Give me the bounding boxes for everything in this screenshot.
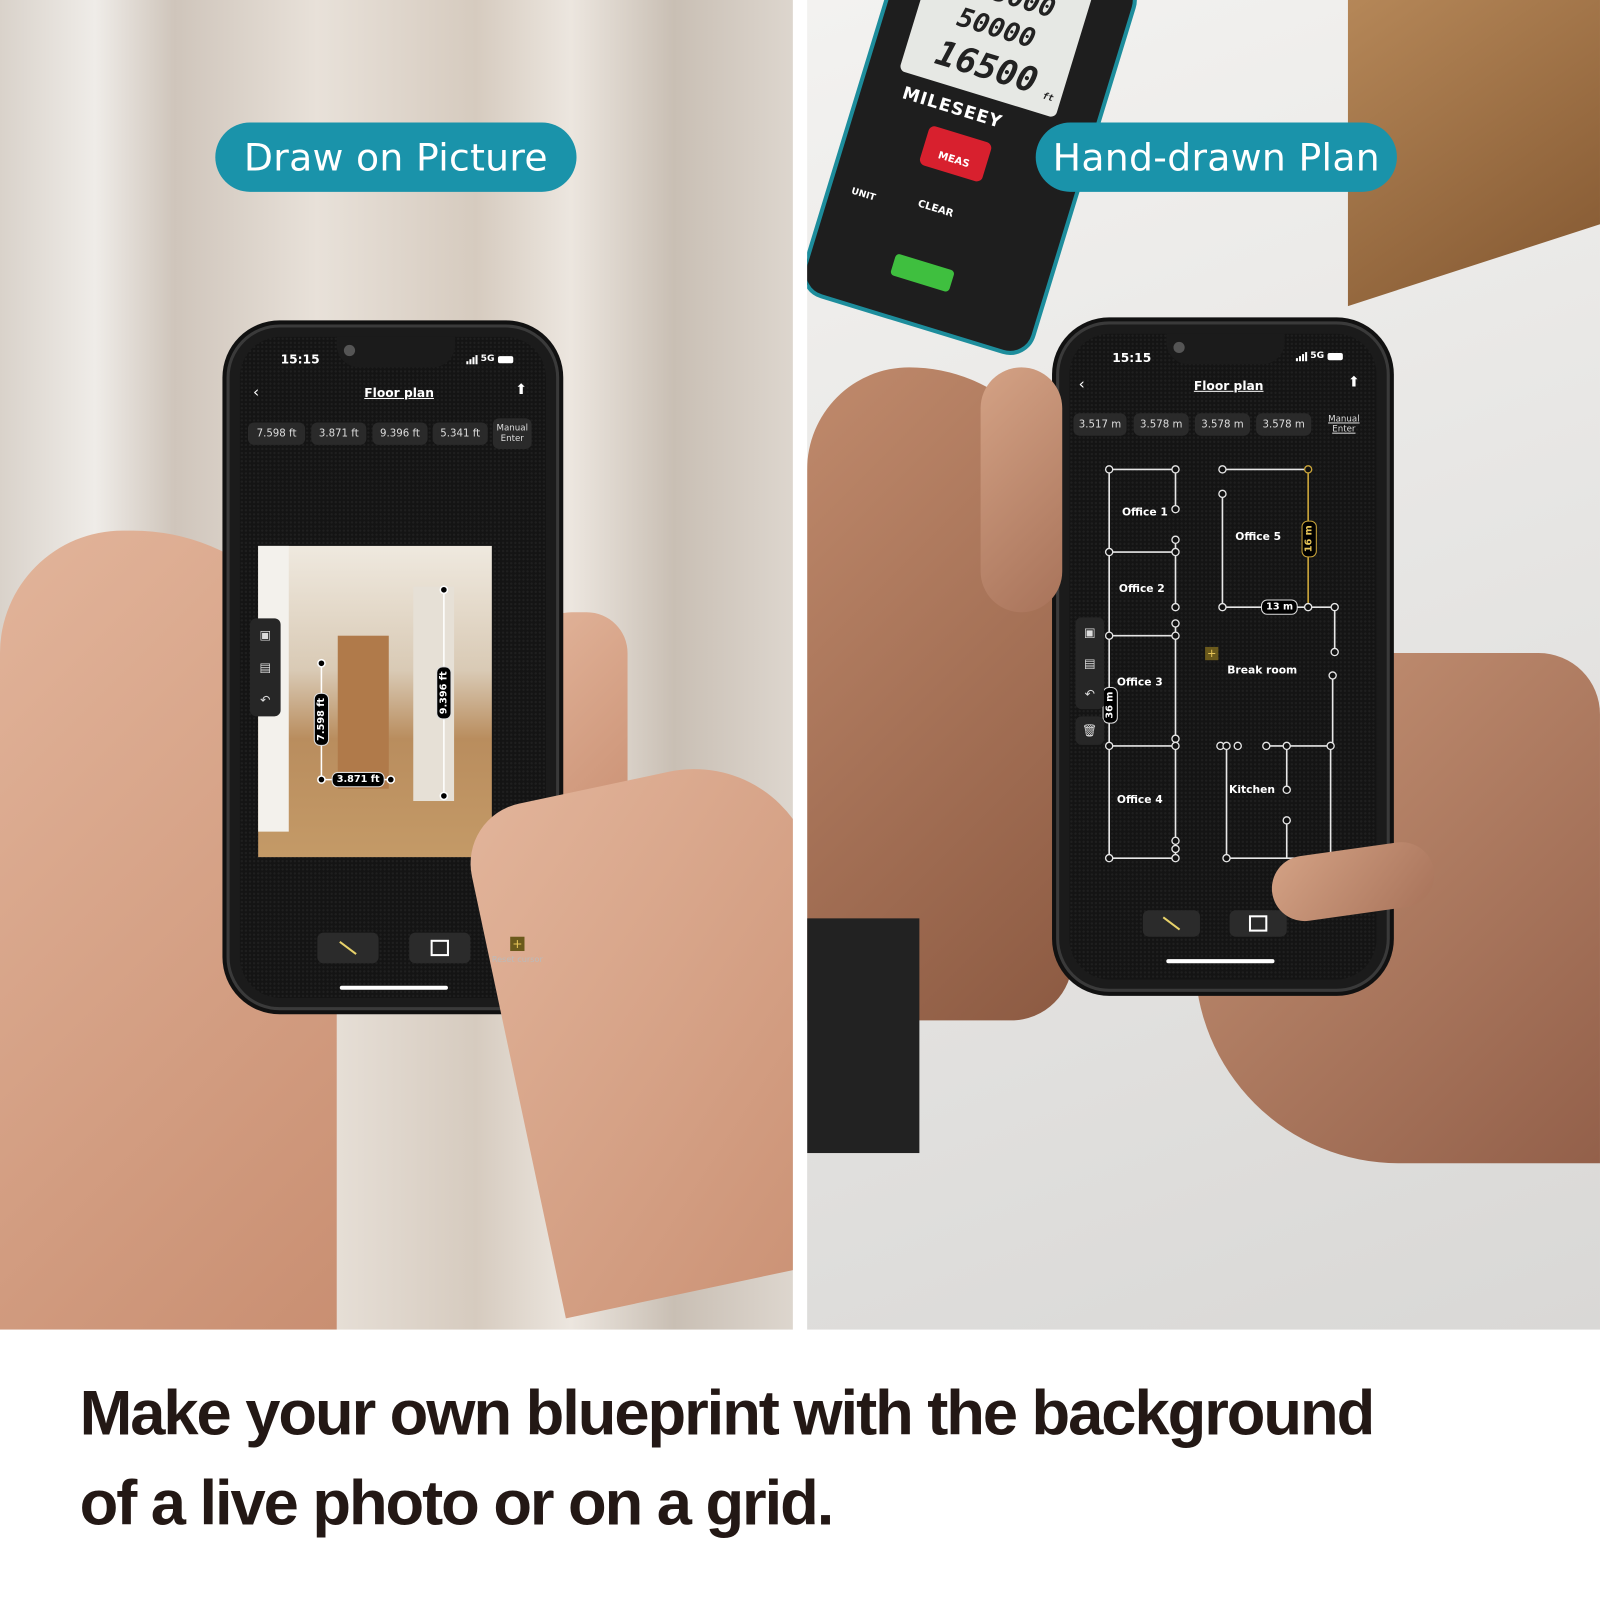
caption-line-2: of a live photo or on a grid. [79,1468,835,1539]
vertex-handle[interactable] [1330,602,1339,612]
line-tool-icon [1162,916,1181,931]
room-label[interactable]: Office 3 [1117,677,1163,689]
vertex-handle[interactable] [1171,504,1180,514]
hand-drawn-plan-badge: Hand-drawn Plan [1035,122,1397,192]
text-tool-icon[interactable]: ▣ [260,628,272,642]
text-visibility-icon[interactable]: ▤ [260,660,272,674]
vertex-handle[interactable] [1171,465,1180,474]
vertex-handle[interactable] [1218,489,1227,499]
bubble-level [889,253,955,293]
vertex-handle[interactable] [1222,853,1231,863]
vertex-handle[interactable] [1104,741,1114,751]
room-label[interactable]: Office 2 [1119,583,1165,595]
room-label[interactable]: Office 5 [1235,531,1281,543]
vertex-handle[interactable] [1218,602,1227,612]
vertex-handle[interactable] [1262,741,1271,751]
clear-button: CLEAR [916,198,955,220]
handle [317,775,326,784]
room-label[interactable]: Break room [1227,664,1297,676]
vertex-handle[interactable] [1171,853,1180,863]
vertex-handle[interactable] [1303,602,1313,612]
right-panel: 15000 50000 16500 ft MILESEEY MEAS CLEAR… [807,0,1600,1330]
vertex-handle[interactable] [1222,741,1231,751]
trash-icon: 🗑 [1082,723,1098,738]
reset-cursor-button[interactable]: + Reset cursor [487,936,546,965]
trash-button[interactable]: 🗑 [1075,716,1105,745]
measure-label[interactable]: 9.396 ft [436,666,452,720]
crosshair-icon: + [510,936,525,952]
unit-button: UNIT [849,186,877,204]
room-label[interactable]: Office 4 [1117,794,1163,806]
home-indicator [339,985,448,990]
dimension-label[interactable]: 16 m [1301,520,1317,558]
vertex-handle[interactable] [1218,465,1227,474]
dimension-label[interactable]: 13 m [1260,599,1299,615]
draw-on-picture-badge: Draw on Picture [215,122,577,192]
handle [439,585,449,595]
vertex-handle[interactable] [1282,785,1291,795]
vertex-handle[interactable] [1171,631,1180,640]
dimension-label[interactable]: 36 m [1102,686,1118,724]
room-label[interactable]: Kitchen [1229,784,1275,796]
side-toolbar: ▣ ▤ ↶ [1075,617,1105,710]
caption-line-1: Make your own blueprint with the backgro… [79,1378,1376,1449]
left-panel: Draw on Picture 15:15 5G ‹ Floor plan ⬆ … [0,0,793,1330]
vertex-handle[interactable] [1171,602,1180,612]
text-tool-icon[interactable]: ▣ [1084,626,1096,640]
vertex-handle[interactable] [1104,631,1114,640]
pointing-hand [459,746,793,1319]
rectangle-tool-icon [430,939,449,957]
vertex-handle[interactable] [1171,836,1180,846]
crosshair-icon[interactable]: + [1205,646,1219,661]
line-tool-button[interactable] [317,932,379,964]
vertex-handle[interactable] [1282,816,1291,825]
vertex-handle[interactable] [1171,619,1180,628]
sleeve [807,918,920,1154]
measure-label[interactable]: 7.598 ft [313,692,330,746]
vertex-handle[interactable] [1282,741,1291,751]
vertex-handle[interactable] [1171,734,1180,744]
vertex-handle[interactable] [1233,741,1242,751]
vertex-handle[interactable] [1171,741,1180,751]
vertex-handle[interactable] [1171,547,1180,557]
text-visibility-icon[interactable]: ▤ [1084,656,1096,670]
handle [317,658,326,668]
vertex-handle[interactable] [1326,741,1335,751]
rectangle-tool-button[interactable] [409,932,471,964]
home-indicator [1166,959,1275,964]
vertex-handle[interactable] [1104,547,1114,557]
vertex-handle[interactable] [1330,647,1339,657]
handle [439,791,449,801]
measure-label[interactable]: 3.871 ft [331,771,385,788]
rectangle-tool-icon [1248,915,1268,932]
meas-button: MEAS [918,124,993,183]
rectangle-tool-button[interactable] [1229,910,1287,937]
vertex-handle[interactable] [1171,535,1180,545]
undo-icon[interactable]: ↶ [260,693,270,707]
unit-label: ft [1041,91,1055,105]
vertex-handle[interactable] [1104,853,1114,863]
handle [386,775,396,784]
line-tool-icon [339,941,357,955]
undo-icon[interactable]: ↶ [1085,687,1095,701]
vertex-handle[interactable] [1303,465,1313,474]
stage: Draw on Picture 15:15 5G ‹ Floor plan ⬆ … [0,0,1600,1600]
room-label[interactable]: Office 1 [1122,506,1168,518]
left-thumb [980,367,1063,613]
line-tool-button[interactable] [1142,910,1200,937]
vertex-handle[interactable] [1104,465,1114,474]
vertex-handle[interactable] [1171,844,1180,854]
side-toolbar: ▣ ▤ ↶ [249,618,281,717]
vertex-handle[interactable] [1328,671,1337,680]
reset-cursor-label: Reset cursor [491,955,543,965]
